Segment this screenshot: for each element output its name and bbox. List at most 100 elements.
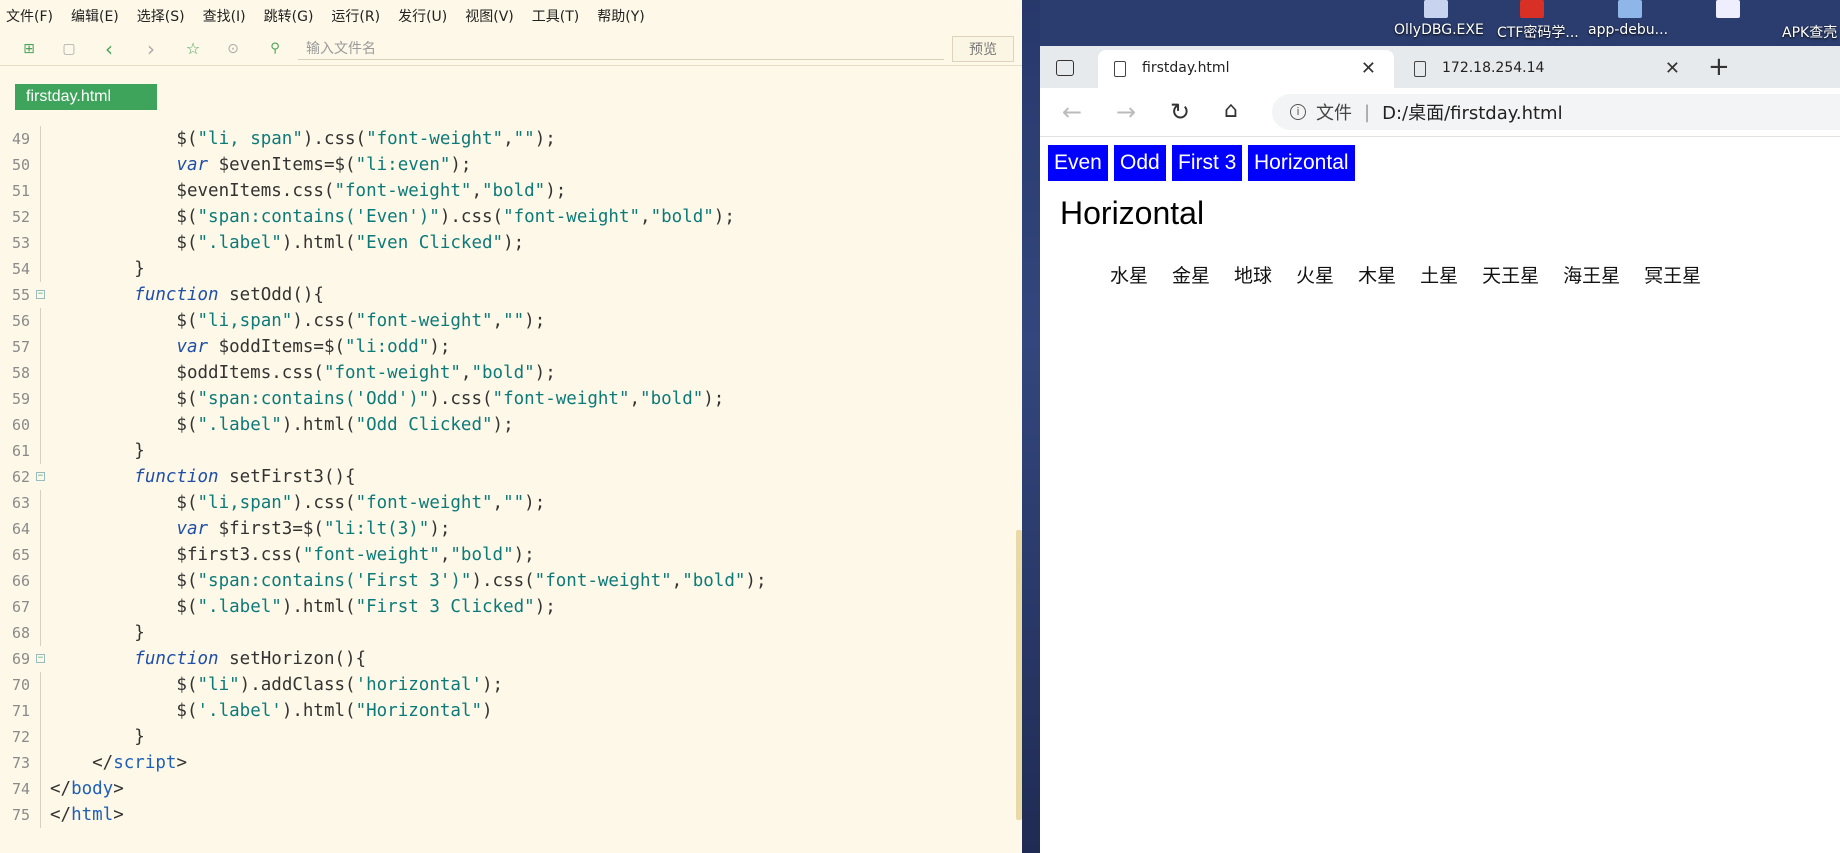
code-line[interactable]: 73 </script>	[0, 750, 1015, 776]
line-number: 62	[11, 468, 30, 486]
code-line[interactable]: 71 $('.label').html("Horizontal")	[0, 698, 1015, 724]
even-button[interactable]: Even	[1048, 145, 1108, 181]
code-line[interactable]: 70 $("li").addClass('horizontal');	[0, 672, 1015, 698]
code-area[interactable]: 49 $("li, span").css("font-weight",""); 5…	[0, 126, 1015, 828]
code-text: $first3.css("font-weight","bold");	[50, 545, 535, 565]
line-number: 51	[11, 182, 30, 200]
code-line[interactable]: 52 $("span:contains('Even')").css("font-…	[0, 204, 1015, 230]
fold-toggle-icon[interactable]: −	[36, 654, 45, 663]
menu-edit[interactable]: 编辑(E)	[71, 6, 119, 26]
code-line[interactable]: 59 $("span:contains('Odd')").css("font-w…	[0, 386, 1015, 412]
code-line[interactable]: 55− function setOdd(){	[0, 282, 1015, 308]
code-text: </html>	[50, 805, 124, 825]
line-number: 73	[11, 754, 30, 772]
fold-guide	[40, 438, 41, 464]
code-line[interactable]: 74 </body>	[0, 776, 1015, 802]
fold-toggle-icon[interactable]: −	[36, 290, 45, 299]
save-icon[interactable]: ▢	[60, 40, 78, 58]
line-number: 54	[11, 260, 30, 278]
close-tab-icon[interactable]: ✕	[1665, 58, 1680, 79]
url-field[interactable]: i 文件 | D:/桌面/firstday.html	[1272, 94, 1840, 130]
pdf-icon[interactable]	[1520, 0, 1544, 18]
file-search-input[interactable]	[298, 38, 944, 60]
list-item: 天王星	[1482, 265, 1540, 287]
code-text: $("li").addClass('horizontal');	[50, 675, 504, 695]
fold-guide	[40, 152, 41, 178]
run-icon[interactable]: ⊙	[224, 40, 242, 58]
code-text: $(".label").html("Even Clicked");	[50, 233, 525, 253]
code-line[interactable]: 53 $(".label").html("Even Clicked");	[0, 230, 1015, 256]
code-line[interactable]: 58 $oddItems.css("font-weight","bold");	[0, 360, 1015, 386]
horizontal-button[interactable]: Horizontal	[1248, 145, 1355, 181]
code-line[interactable]: 69− function setHorizon(){	[0, 646, 1015, 672]
code-line[interactable]: 68 }	[0, 620, 1015, 646]
fold-guide	[40, 750, 41, 776]
page-icon	[1114, 61, 1126, 77]
odd-button[interactable]: Odd	[1114, 145, 1166, 181]
close-tab-icon[interactable]: ✕	[1361, 58, 1376, 79]
app-debug-icon[interactable]	[1618, 0, 1642, 18]
menu-file[interactable]: 文件(F)	[6, 6, 53, 26]
preview-button[interactable]: 预览	[952, 36, 1014, 62]
code-line[interactable]: 66 $("span:contains('First 3')").css("fo…	[0, 568, 1015, 594]
list-item: 金星	[1172, 265, 1211, 287]
line-number: 64	[11, 520, 30, 538]
back-arrow-icon[interactable]: ←	[1062, 98, 1082, 126]
line-number: 72	[11, 728, 30, 746]
back-icon[interactable]: ‹	[100, 39, 118, 59]
forward-arrow-icon[interactable]: →	[1116, 98, 1136, 126]
new-tab-button[interactable]: +	[1708, 52, 1730, 82]
code-text: var $evenItems=$("li:even");	[176, 155, 472, 175]
code-line[interactable]: 65 $first3.css("font-weight","bold");	[0, 542, 1015, 568]
code-text: $evenItems.css("font-weight","bold");	[50, 181, 567, 201]
tab-firstday[interactable]: firstday.html ✕	[1098, 50, 1394, 88]
desktop-label-app-debug[interactable]: app-debu...	[1588, 22, 1668, 38]
status-label: Horizontal	[1060, 195, 1205, 231]
code-line[interactable]: 60 $(".label").html("Odd Clicked");	[0, 412, 1015, 438]
code-line[interactable]: 67 $(".label").html("First 3 Clicked");	[0, 594, 1015, 620]
code-line[interactable]: 56 $("li,span").css("font-weight","");	[0, 308, 1015, 334]
list-item: 木星	[1358, 265, 1397, 287]
code-line[interactable]: 54 }	[0, 256, 1015, 282]
fold-toggle-icon[interactable]: −	[36, 472, 45, 481]
list-item: 海王星	[1563, 265, 1621, 287]
code-line[interactable]: 64 var $first3=$("li:lt(3)");	[0, 516, 1015, 542]
code-line[interactable]: 49 $("li, span").css("font-weight","");	[0, 126, 1015, 152]
line-number: 49	[11, 130, 30, 148]
apk-icon[interactable]	[1716, 0, 1740, 18]
tab-actions-icon[interactable]	[1056, 60, 1074, 76]
refresh-icon[interactable]: ↻	[1170, 98, 1190, 126]
home-icon[interactable]: ⌂	[1224, 98, 1238, 123]
code-line[interactable]: 61 }	[0, 438, 1015, 464]
menu-tools[interactable]: 工具(T)	[532, 6, 579, 26]
desktop-label-ollydbg[interactable]: OllyDBG.EXE	[1394, 22, 1484, 38]
new-file-icon[interactable]: ⊞	[20, 40, 38, 58]
menu-view[interactable]: 视图(V)	[465, 6, 514, 26]
code-text: $oddItems.css("font-weight","bold");	[50, 363, 556, 383]
desktop-label-ctf[interactable]: CTF密码学...	[1497, 22, 1579, 42]
code-line[interactable]: 51 $evenItems.css("font-weight","bold");	[0, 178, 1015, 204]
code-line[interactable]: 63 $("li,span").css("font-weight","");	[0, 490, 1015, 516]
menu-find[interactable]: 查找(I)	[203, 6, 246, 26]
menu-select[interactable]: 选择(S)	[137, 6, 185, 26]
menu-goto[interactable]: 跳转(G)	[264, 6, 314, 26]
tab-ip[interactable]: 172.18.254.14 ✕	[1398, 50, 1698, 88]
line-number: 56	[11, 312, 30, 330]
code-line[interactable]: 62− function setFirst3(){	[0, 464, 1015, 490]
code-line[interactable]: 75 </html>	[0, 802, 1015, 828]
info-icon[interactable]: i	[1290, 104, 1306, 120]
menu-run[interactable]: 运行(R)	[331, 6, 380, 26]
desktop-label-apk[interactable]: APK查壳	[1782, 22, 1837, 42]
star-icon[interactable]: ☆	[184, 40, 202, 58]
menu-help[interactable]: 帮助(Y)	[597, 6, 644, 26]
tab-label: 172.18.254.14	[1442, 60, 1545, 76]
first3-button[interactable]: First 3	[1172, 145, 1243, 181]
code-line[interactable]: 50 var $evenItems=$("li:even");	[0, 152, 1015, 178]
menu-publish[interactable]: 发行(U)	[398, 6, 447, 26]
forward-icon[interactable]: ›	[142, 39, 160, 59]
code-line[interactable]: 57 var $oddItems=$("li:odd");	[0, 334, 1015, 360]
code-line[interactable]: 72 }	[0, 724, 1015, 750]
ollydbg-icon[interactable]	[1424, 0, 1448, 18]
file-tab-firstday[interactable]: firstday.html	[15, 84, 157, 110]
line-number: 69	[11, 650, 30, 668]
